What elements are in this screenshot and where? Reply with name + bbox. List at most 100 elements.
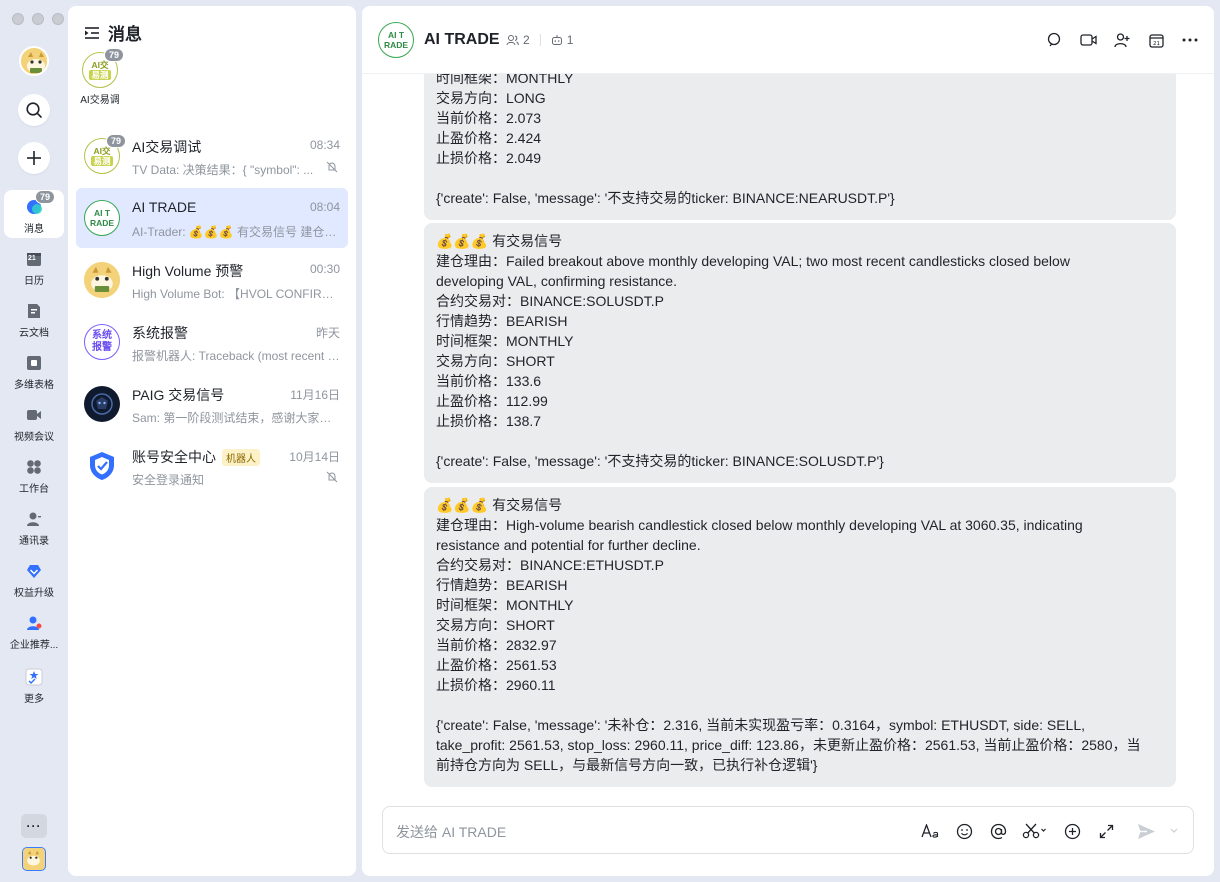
format-text-button[interactable] [919, 820, 941, 842]
more-icon [1182, 38, 1198, 42]
conversation-avatar [84, 386, 120, 422]
conversation-list-panel: 消息 AI交 易测 79 AI交易调 AI交 易测 79 AI交易调试 08:3… [68, 6, 356, 876]
chat-avatar[interactable]: AI T RADE [378, 22, 414, 58]
profile-avatar[interactable] [22, 847, 46, 871]
nav-meetings[interactable]: 视频会议 [4, 398, 64, 446]
conversation-name: High Volume 预警 [132, 263, 244, 279]
list-title: 消息 [108, 25, 142, 44]
conversation-item[interactable]: 系统 报警 系统报警 昨天 报警机器人: Traceback (most rec… [76, 312, 348, 372]
send-options-button[interactable] [1169, 820, 1179, 842]
message-line: 建仓理由：Failed breakout above monthly devel… [436, 253, 1070, 269]
more-options-button[interactable] [1180, 30, 1200, 50]
nav-label: 云文档 [19, 328, 49, 339]
conversation-item[interactable]: AI交 易测 79 AI交易调试 08:34 TV Data: 决策结果：{ "… [76, 126, 348, 186]
table-icon [25, 354, 43, 372]
message-line: 时间框架：MONTHLY [436, 74, 574, 86]
maximize-window-button[interactable] [52, 13, 64, 25]
calendar-day: 21 [28, 255, 36, 262]
logo-text: AI交 [93, 146, 111, 156]
recommend-icon [25, 614, 43, 632]
message-line: 当前价格：133.6 [436, 373, 542, 389]
nav-label: 多维表格 [14, 380, 54, 391]
logo-text: 易测 [91, 156, 113, 166]
conversation-preview: High Volume Bot: 【HVOL CONFIRMED】... [132, 287, 340, 301]
member-count[interactable]: 2 [523, 33, 530, 47]
chat-title[interactable]: AI TRADE [424, 31, 500, 49]
pinned-chat-ai-trade-debug[interactable]: AI交 易测 79 AI交易调 [80, 48, 124, 106]
add-attachment-button[interactable] [1061, 820, 1083, 842]
muted-bell-icon [326, 161, 338, 173]
conversation-time: 11月16日 [290, 388, 340, 402]
video-call-button[interactable] [1078, 30, 1098, 50]
composer-tools [919, 820, 1179, 842]
conversation-preview: Sam: 第一阶段测试结束，感谢大家的参与... [132, 411, 340, 425]
expand-editor-button[interactable] [1095, 820, 1117, 842]
docs-icon [25, 302, 43, 320]
composer-placeholder[interactable]: 发送给 AI TRADE [396, 822, 506, 842]
emoji-button[interactable] [953, 820, 975, 842]
mention-button[interactable] [987, 820, 1009, 842]
nav-recommend[interactable]: 企业推荐... [4, 606, 64, 654]
left-rail: 79 消息 21 日历 云文档 多维表格 视频会议 工作台 通讯录 权益升级 企… [0, 0, 68, 882]
conversation-time: 昨天 [315, 326, 340, 340]
emoji-icon [956, 823, 972, 839]
user-avatar[interactable] [19, 46, 49, 76]
add-member-button[interactable] [1112, 30, 1132, 50]
message-bubble[interactable]: 💰💰💰 有交易信号 建仓理由：Failed breakout above mon… [424, 223, 1176, 483]
message-line: 合约交易对：BINANCE:SOLUSDT.P [436, 293, 664, 309]
message-line: {'create': False, 'message': '不支持交易的tick… [436, 190, 895, 206]
conversation-item[interactable]: 账号安全中心 机器人 10月14日 安全登录通知 [76, 436, 348, 496]
nav-upgrade[interactable]: 权益升级 [4, 554, 64, 602]
mention-icon [990, 823, 1006, 839]
calendar-button[interactable]: 21 [1146, 30, 1166, 50]
conversation-item[interactable]: High Volume 预警 00:30 High Volume Bot: 【H… [76, 250, 348, 310]
nav-docs[interactable]: 云文档 [4, 294, 64, 342]
nav-label: 消息 [24, 224, 44, 235]
rail-more-button[interactable]: ··· [21, 814, 47, 838]
bot-icon[interactable] [551, 34, 563, 46]
nav-label: 更多 [24, 694, 44, 705]
message-line: resistance and potential for further dec… [436, 537, 701, 553]
text-format-icon [921, 824, 939, 838]
message-line: 止盈价格：2.424 [436, 130, 542, 146]
nav-label: 企业推荐... [9, 640, 59, 651]
nav-workspace[interactable]: 工作台 [4, 450, 64, 498]
search-button[interactable] [18, 94, 50, 126]
pinned-label: AI交易调 [80, 95, 120, 106]
nav-label: 权益升级 [14, 588, 54, 599]
send-icon [1137, 823, 1155, 839]
send-button[interactable] [1135, 820, 1157, 842]
search-chat-button[interactable] [1044, 30, 1064, 50]
chat-search-icon [1047, 32, 1061, 47]
nav-label: 视频会议 [14, 432, 54, 443]
message-bubble[interactable]: 💰💰💰 有交易信号 建仓理由：High-volume bearish candl… [424, 487, 1176, 787]
minimize-window-button[interactable] [32, 13, 44, 25]
bot-count[interactable]: 1 [567, 33, 574, 47]
logo-text: RADE [383, 40, 409, 50]
message-composer[interactable]: 发送给 AI TRADE [382, 806, 1194, 854]
message-line: 止损价格：2960.11 [436, 677, 556, 693]
conversation-avatar [84, 448, 120, 484]
message-line: 当前价格：2.073 [436, 110, 542, 126]
conversation-item[interactable]: PAIG 交易信号 11月16日 Sam: 第一阶段测试结束，感谢大家的参与..… [76, 374, 348, 434]
logo-text: 系统 [92, 330, 112, 341]
nav-calendar[interactable]: 21 日历 [4, 242, 64, 290]
close-window-button[interactable] [12, 13, 24, 25]
conversation-avatar [84, 262, 120, 298]
screenshot-button[interactable] [1021, 820, 1049, 842]
message-bubble[interactable]: 时间框架：MONTHLY 交易方向：LONG 当前价格：2.073 止盈价格：2… [424, 74, 1176, 220]
message-line: 💰💰💰 有交易信号 [436, 497, 563, 513]
message-line: 合约交易对：BINANCE:ETHUSDT.P [436, 557, 664, 573]
chat-icon: 79 [25, 190, 56, 216]
nav-base[interactable]: 多维表格 [4, 346, 64, 394]
conversation-preview: 报警机器人: Traceback (most recent call last)… [132, 349, 340, 363]
nav-messages[interactable]: 79 消息 [4, 190, 64, 238]
nav-more[interactable]: 更多 [4, 660, 64, 708]
collapse-sidebar-icon[interactable] [84, 26, 100, 40]
create-button[interactable] [18, 142, 50, 174]
message-list[interactable]: 时间框架：MONTHLY 交易方向：LONG 当前价格：2.073 止盈价格：2… [362, 74, 1214, 806]
nav-contacts[interactable]: 通讯录 [4, 502, 64, 550]
members-icon[interactable] [506, 34, 519, 46]
logo-text: RADE [89, 218, 115, 228]
conversation-item[interactable]: AI T RADE AI TRADE 08:04 AI-Trader: 💰💰💰 … [76, 188, 348, 248]
